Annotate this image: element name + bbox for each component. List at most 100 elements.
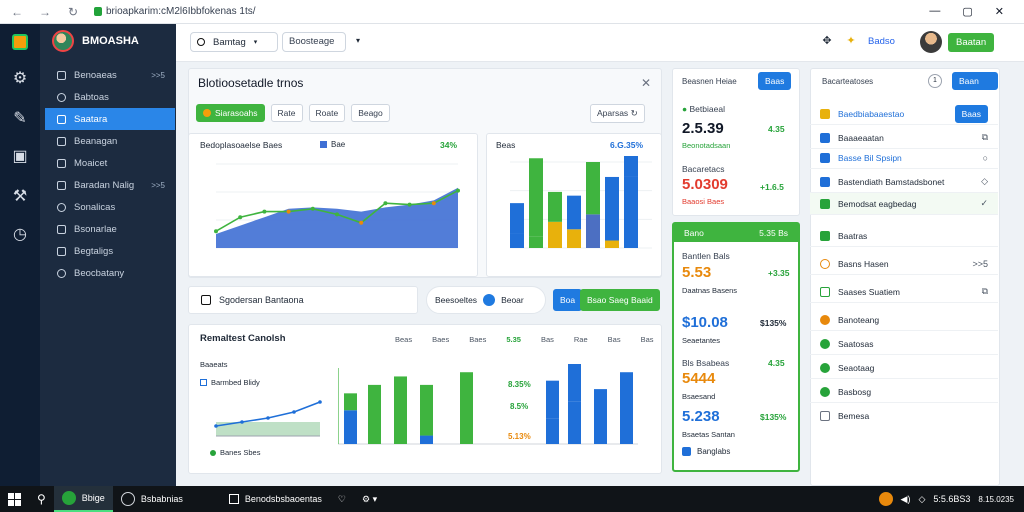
toggle-switch[interactable] <box>483 294 496 306</box>
taskbar: ⚲ Bbige Bsbabnias Benodsbsbaoentas ♡ ⚙ ▾… <box>0 486 1024 512</box>
lock-icon <box>94 7 102 16</box>
chevron-down-icon: ▾ <box>253 39 258 46</box>
tab-roate[interactable]: Roate <box>308 104 346 122</box>
close-window-icon[interactable]: ✕ <box>995 5 1004 18</box>
start-button[interactable] <box>0 486 29 512</box>
taskbar-shield[interactable]: ♡ <box>330 486 354 512</box>
settings-gear-icon[interactable]: ⚙ <box>11 70 29 88</box>
copy-icon[interactable]: ⧉ <box>982 286 988 297</box>
legend-checkbox[interactable] <box>200 379 207 386</box>
taskbar-app-3[interactable]: Benodsbsbaoentas <box>221 486 330 512</box>
bar-chart-top <box>510 156 652 249</box>
minimize-icon[interactable]: — <box>929 5 940 18</box>
list-item[interactable]: Bemesa <box>810 405 998 427</box>
volume-icon[interactable]: ◀) <box>901 494 911 505</box>
list-item[interactable]: Baedbiabaaestao Baas <box>810 103 998 125</box>
list-item-label: Basns Hasen <box>838 258 889 269</box>
filter-blue-button[interactable]: Boa <box>553 289 583 311</box>
top-link[interactable]: Badso <box>868 36 895 47</box>
toggle-right-label[interactable]: Beoar <box>501 295 524 305</box>
clock-icon[interactable]: ◷ <box>11 226 29 244</box>
list-item-label: Saatosas <box>838 338 874 349</box>
user-button[interactable]: Baatan <box>948 32 995 52</box>
kpi-label-text: Betbiaeal <box>689 104 725 114</box>
sidebar-item-5[interactable]: Moaicet <box>45 152 175 174</box>
list-item-label: Baaaeaatan <box>838 132 884 143</box>
filter-green-button[interactable]: Bsao Saeg Baaid <box>580 289 660 311</box>
sidebar-item-4[interactable]: Beanagan <box>45 130 175 152</box>
check-icon[interactable]: ✓ <box>980 198 988 209</box>
bar <box>548 191 562 222</box>
bar-segment <box>548 221 562 248</box>
filter-dropdown[interactable]: Boosteage <box>282 32 346 52</box>
sidebar-item-3[interactable]: Saatara <box>45 108 175 130</box>
close-icon[interactable]: ✕ <box>641 76 651 90</box>
list-item[interactable]: Saases Suatiem ⧉ <box>810 281 998 303</box>
tab-rate[interactable]: Rate <box>270 104 303 122</box>
folder-icon[interactable]: ▣ <box>11 148 29 166</box>
info-icon[interactable]: 1 <box>928 74 942 88</box>
sidebar-item-7[interactable]: Sonalicas <box>45 196 175 218</box>
list-item[interactable]: Baaaeaatan ⧉ <box>810 127 998 149</box>
reload-icon[interactable]: ↻ <box>66 5 80 19</box>
right-panel-button[interactable]: Baan <box>952 72 998 90</box>
search-input[interactable]: Bamtag ▾ <box>190 32 278 52</box>
list-item[interactable]: Seaotaag <box>810 357 998 379</box>
list-item[interactable]: Basns Hasen >>5 <box>810 253 998 275</box>
forward-icon[interactable]: → <box>38 5 52 19</box>
icon-rail: ⚙ ✎ ▣ ⚒ ◷ <box>0 24 40 486</box>
radio-icon[interactable]: ○ <box>983 153 988 163</box>
tab-beago[interactable]: Beago <box>351 104 390 122</box>
toggle-left-label[interactable]: Beesoeltes <box>435 295 477 305</box>
kpi-header-button[interactable]: Baas <box>758 72 792 90</box>
bar-segment <box>546 418 559 444</box>
export-button[interactable]: Aparsas ↻ <box>590 104 645 123</box>
taskbar-app-1[interactable]: Bbige <box>53 486 113 512</box>
dropdown-caret-icon[interactable]: ▾ <box>356 36 360 45</box>
edit-icon[interactable]: ✎ <box>11 110 29 128</box>
kpi-label: Bls Bsabeas <box>682 358 730 368</box>
list-item[interactable]: Banoteang <box>810 309 998 331</box>
taskbar-search[interactable]: ⚲ <box>29 486 54 512</box>
legend-dot <box>210 449 216 456</box>
list-item[interactable]: Bastendiath Bamstadsbonet ◇ <box>810 171 998 193</box>
list-item[interactable]: Basse Bil Spsipn ○ <box>810 147 998 169</box>
bar <box>586 162 600 215</box>
sidebar-item-2[interactable]: Babtoas <box>45 86 175 108</box>
list-item[interactable]: Basbosg <box>810 381 998 403</box>
address-bar[interactable]: brioapkarim:cM2l6Ibbfokenas 1ts/ <box>94 6 256 17</box>
tools-icon[interactable]: ⚒ <box>11 188 29 206</box>
checkbox[interactable] <box>201 295 211 305</box>
list-item-label: Seaotaag <box>838 362 875 373</box>
sidebar-item-9[interactable]: Begtaligs <box>45 240 175 262</box>
user-menu[interactable]: Baatan <box>920 30 1000 54</box>
data-point <box>318 400 322 404</box>
tab-active[interactable]: Siarasoahs <box>196 104 265 122</box>
bar <box>460 372 473 444</box>
list-item[interactable]: Bemodsat eagbedag ✓ <box>810 193 998 215</box>
lightbulb-icon[interactable]: ✦ <box>844 34 858 48</box>
taskbar-app-2[interactable]: Bsbabnias <box>113 486 191 512</box>
check-icon <box>820 152 830 163</box>
sidebar-item-1[interactable]: Benoaeas >>5 <box>45 64 175 86</box>
shield-icon <box>57 224 66 234</box>
maximize-icon[interactable]: ▢ <box>962 5 972 18</box>
tag-icon <box>820 230 830 241</box>
taskbar-settings[interactable]: ⚙ ▾ <box>354 486 385 512</box>
copy-icon[interactable]: ⧉ <box>982 132 988 143</box>
back-icon[interactable]: ← <box>10 5 24 19</box>
sidebar-item-8[interactable]: Bsonarlae <box>45 218 175 240</box>
network-icon[interactable]: ◇ <box>918 494 925 505</box>
bar <box>420 384 433 436</box>
puzzle-icon[interactable]: ✥ <box>820 34 834 48</box>
list-item[interactable]: Saatosas <box>810 333 998 355</box>
tray-date: 8.15.0235 <box>978 494 1014 504</box>
kpi-footer-label: Banglabs <box>697 447 731 456</box>
list-item[interactable]: Baatras <box>810 225 998 247</box>
sidebar-item-10[interactable]: Beocbatany <box>45 262 175 284</box>
diamond-icon[interactable]: ◇ <box>981 176 988 187</box>
legend-swatch <box>320 141 327 148</box>
sidebar-item-6[interactable]: Baradan Nalig >>5 <box>45 174 175 196</box>
list-item-action[interactable]: Baas <box>954 104 988 123</box>
kpi-change: 4.35 <box>768 124 785 134</box>
